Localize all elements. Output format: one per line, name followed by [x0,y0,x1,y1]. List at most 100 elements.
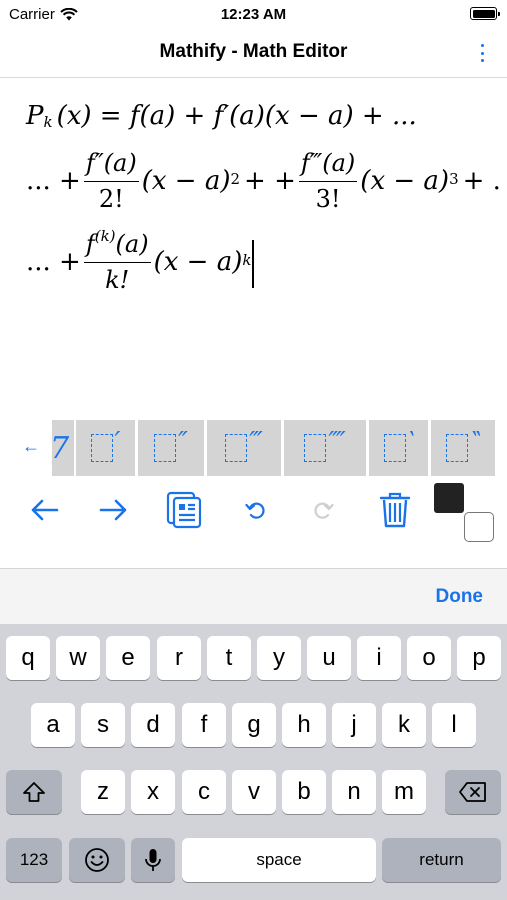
key-u[interactable]: u [307,636,351,680]
key-t[interactable]: t [207,636,251,680]
fraction-denominator: k! [105,266,130,295]
key-q[interactable]: q [6,636,50,680]
space-key[interactable]: space [182,838,376,882]
numbers-key[interactable]: 123 [6,838,62,882]
fraction-denominator: 3! [315,185,341,214]
formula-line-1-body: (x) = f(a) + f′(a)(x − a) + ... [56,101,417,131]
math-editor-canvas[interactable]: Pk (x) = f(a) + f′(a)(x − a) + ... ... +… [0,79,507,419]
key-m[interactable]: m [382,770,426,814]
formula-exponent: k [242,250,252,269]
key-w[interactable]: w [56,636,100,680]
template-reversed-double-prime[interactable]: ‶ [431,420,495,476]
key-g[interactable]: g [232,703,276,747]
key-p[interactable]: p [457,636,501,680]
template-quadruple-prime[interactable]: ⁗ [284,420,366,476]
placeholder-box-icon [304,434,327,462]
key-d[interactable]: d [131,703,175,747]
key-c[interactable]: c [182,770,226,814]
emoji-icon [85,848,109,872]
template-triple-prime-glyph: ‴ [249,427,263,457]
delete-button[interactable] [377,492,413,528]
undo-icon [245,502,265,519]
formula-operator: + + [244,166,296,197]
trash-icon [379,492,411,528]
formula-exponent: 3 [449,170,459,189]
formula-ellipsis: ... + [26,166,81,197]
battery-icon [470,7,500,20]
fraction-numerator: f″(a) [85,149,137,177]
key-n[interactable]: n [332,770,376,814]
template-double-prime-glyph: ″ [178,427,188,457]
placeholder-box-icon [90,434,113,462]
formula-line-2: ... + f″(a) 2! (x − a) 2 + + f‴(a) 3! (x … [26,149,501,213]
key-x[interactable]: x [131,770,175,814]
foreground-color-swatch[interactable] [434,483,464,513]
formula-term: (x − a) [153,246,243,277]
placeholder-box-icon [446,434,469,462]
key-k[interactable]: k [382,703,426,747]
status-time: 12:23 AM [220,6,287,23]
formula-term: (x − a) [360,166,450,197]
template-prime[interactable]: ′ [76,420,135,476]
key-s[interactable]: s [81,703,125,747]
text-cursor [252,239,255,288]
template-double-prime[interactable]: ″ [138,420,204,476]
right-arrow-icon [99,499,127,521]
keyboard-accessory-bar: Done [0,568,507,624]
template-triple-prime[interactable]: ‴ [207,420,281,476]
emoji-key[interactable] [69,838,125,882]
shift-key[interactable] [6,770,62,814]
return-key[interactable]: return [382,838,501,882]
editor-toolbar [0,478,507,568]
forward-button[interactable] [96,492,132,528]
key-o[interactable]: o [407,636,451,680]
key-y[interactable]: y [257,636,301,680]
key-b[interactable]: b [282,770,326,814]
key-l[interactable]: l [432,703,476,747]
page-title: Mathify - Math Editor [159,41,348,62]
fraction-numerator: f(k)(a) [85,227,149,258]
undo-button[interactable] [238,492,274,528]
microphone-icon [145,849,161,871]
more-options-icon[interactable] [479,44,485,62]
key-r[interactable]: r [157,636,201,680]
done-button[interactable]: Done [436,586,484,608]
scroll-left-icon[interactable]: ← [22,436,40,457]
dictation-key[interactable] [131,838,175,882]
backspace-key[interactable] [445,770,501,814]
template-reversed-double-prime-glyph: ‶ [470,427,480,457]
left-arrow-icon [31,499,59,521]
fraction-numerator: f‴(a) [300,149,356,177]
paste-button[interactable] [166,491,202,529]
formula-operator: + . [462,166,501,197]
formula-exponent: 2 [230,170,241,189]
key-i[interactable]: i [357,636,401,680]
key-e[interactable]: e [106,636,150,680]
key-z[interactable]: z [81,770,125,814]
redo-icon [314,502,334,519]
formula-line-3: ... + f(k)(a) k! (x − a) k [26,227,255,295]
redo-button[interactable] [305,492,341,528]
key-v[interactable]: v [232,770,276,814]
fraction-third-derivative: f‴(a) 3! [298,149,358,214]
template-reversed-prime[interactable]: ‵ [369,420,428,476]
shift-icon [23,782,45,802]
formula-ellipsis: ... + [26,246,81,277]
template-strip: ← 7 ′ ″ ‴ ⁗ ‵ ‶ [0,420,507,476]
back-button[interactable] [26,492,62,528]
key-j[interactable]: j [332,703,376,747]
key-h[interactable]: h [282,703,326,747]
navigation-bar: Mathify - Math Editor [0,28,507,78]
placeholder-box-icon [383,434,406,462]
formula-subscript-k: k [43,113,53,131]
template-prime-glyph: ′ [114,427,121,457]
formula-term: (x − a) [141,166,231,197]
background-color-swatch[interactable] [464,512,494,542]
key-f[interactable]: f [182,703,226,747]
backspace-icon [459,782,486,802]
status-bar: Carrier 12:23 AM [0,0,507,28]
fraction-kth-derivative: f(k)(a) k! [83,227,151,295]
clipboard-icon [166,491,202,529]
template-partial[interactable]: 7 [52,420,74,476]
key-a[interactable]: a [31,703,75,747]
